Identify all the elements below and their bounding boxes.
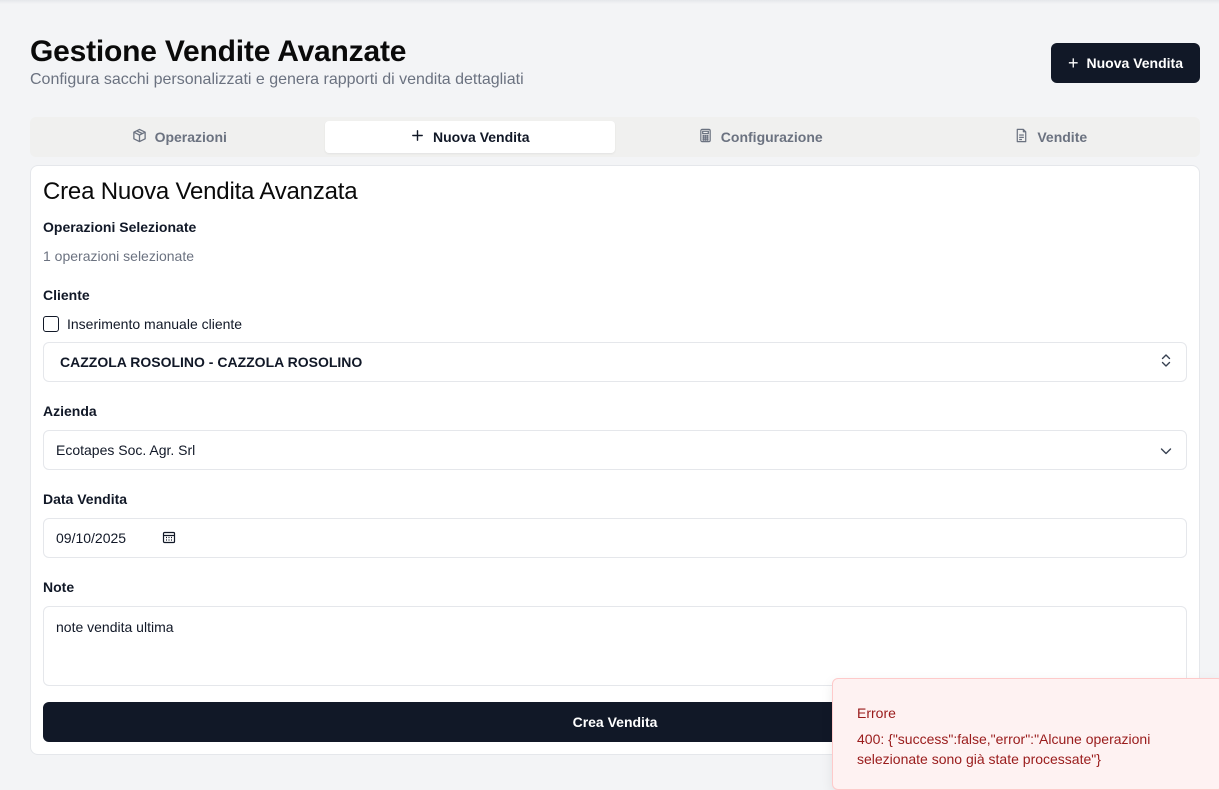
- tab-configurazione[interactable]: Configurazione: [615, 121, 906, 153]
- tab-label: Nuova Vendita: [433, 129, 530, 145]
- document-icon: [1014, 128, 1029, 146]
- notes-value: note vendita ultima: [56, 619, 174, 635]
- calendar-icon[interactable]: [162, 530, 176, 547]
- tab-label: Configurazione: [720, 129, 823, 145]
- calculator-icon: [698, 128, 713, 146]
- company-label: Azienda: [43, 403, 97, 419]
- manual-client-row: Inserimento manuale cliente: [43, 316, 242, 332]
- tab-label: Vendite: [1037, 129, 1088, 145]
- client-select[interactable]: CAZZOLA ROSOLINO - CAZZOLA ROSOLINO: [43, 342, 1187, 382]
- notes-textarea[interactable]: note vendita ultima: [43, 606, 1187, 686]
- notes-label: Note: [43, 579, 75, 595]
- tab-operazioni[interactable]: Operazioni: [34, 121, 325, 153]
- plus-icon: +: [1068, 53, 1079, 73]
- operations-label: Operazioni Selezionate: [43, 219, 197, 235]
- toast-message: 400: {"success":false,"error":"Alcune op…: [857, 731, 1151, 767]
- company-select[interactable]: Ecotapes Soc. Agr. Srl: [43, 430, 1187, 470]
- tab-bar: Operazioni Nuova Vendita Configurazione: [30, 117, 1200, 157]
- chevron-down-icon: [1160, 442, 1172, 458]
- top-shadow: [0, 0, 1219, 4]
- page-header: Gestione Vendite Avanzate Configura sacc…: [30, 34, 524, 89]
- plus-icon: [410, 128, 425, 146]
- date-input[interactable]: 09/10/2025: [43, 518, 1187, 558]
- new-sale-button[interactable]: + Nuova Vendita: [1051, 43, 1200, 83]
- date-input-value: 09/10/2025: [56, 530, 127, 546]
- client-label: Cliente: [43, 287, 90, 303]
- error-toast[interactable]: Errore 400: {"success":false,"error":"Al…: [832, 678, 1219, 790]
- box-icon: [132, 128, 147, 146]
- page-subtitle: Configura sacchi personalizzati e genera…: [30, 71, 524, 88]
- new-sale-button-label: Nuova Vendita: [1086, 55, 1183, 71]
- tab-nuova-vendita[interactable]: Nuova Vendita: [324, 121, 615, 153]
- new-sale-form-card: Crea Nuova Vendita Avanzata Operazioni S…: [30, 165, 1200, 755]
- create-sale-button-label: Crea Vendita: [572, 714, 658, 730]
- date-label: Data Vendita: [43, 491, 128, 507]
- chevron-up-down-icon: [1160, 353, 1172, 372]
- company-select-value: Ecotapes Soc. Agr. Srl: [56, 442, 196, 458]
- form-title: Crea Nuova Vendita Avanzata: [43, 178, 358, 205]
- manual-client-checkbox-label: Inserimento manuale cliente: [67, 316, 243, 332]
- tab-vendite[interactable]: Vendite: [906, 121, 1197, 153]
- toast-title: Errore: [857, 705, 896, 721]
- manual-client-checkbox[interactable]: [43, 316, 59, 332]
- operations-count: 1 operazioni selezionate: [43, 248, 194, 264]
- tab-label: Operazioni: [154, 129, 227, 145]
- page-title: Gestione Vendite Avanzate: [30, 35, 407, 68]
- client-select-value: CAZZOLA ROSOLINO - CAZZOLA ROSOLINO: [60, 354, 363, 370]
